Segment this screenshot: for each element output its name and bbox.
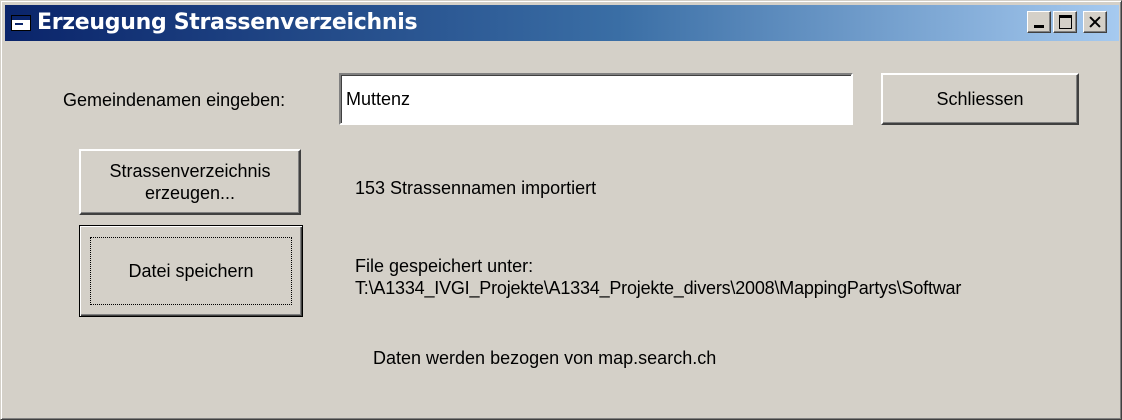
save-file-button[interactable]: Datei speichern <box>79 225 303 317</box>
form-icon[interactable] <box>11 15 31 31</box>
gemeinde-label: Gemeindenamen eingeben: <box>63 90 286 110</box>
generate-button-label: Strassenverzeichnis erzeugen... <box>109 160 270 204</box>
focus-rectangle: Datei speichern <box>90 237 292 305</box>
maximize-icon[interactable] <box>1053 11 1077 33</box>
saved-path-text: T:\A1334_IVGI_Projekte\A1334_Projekte_di… <box>355 278 962 298</box>
generate-button-line2: erzeugen... <box>144 183 236 203</box>
generate-button-line1: Strassenverzeichnis <box>109 161 271 181</box>
import-status-text: 153 Strassennamen importiert <box>355 178 597 198</box>
title-bar[interactable]: Erzeugung Strassenverzeichnis <box>5 5 1119 41</box>
close-button[interactable]: Schliessen <box>881 73 1079 125</box>
window-title: Erzeugung Strassenverzeichnis <box>37 10 418 35</box>
app-window: Erzeugung Strassenverzeichnis Gemeindena… <box>0 0 1122 420</box>
gemeinde-input[interactable] <box>339 73 853 125</box>
generate-directory-button[interactable]: Strassenverzeichnis erzeugen... <box>79 149 301 215</box>
save-button-label: Datei speichern <box>128 261 254 281</box>
source-note: Daten werden bezogen von map.search.ch <box>373 348 717 368</box>
saved-label: File gespeichert unter: <box>355 256 534 276</box>
close-icon[interactable] <box>1083 11 1107 33</box>
minimize-icon[interactable] <box>1027 11 1051 33</box>
